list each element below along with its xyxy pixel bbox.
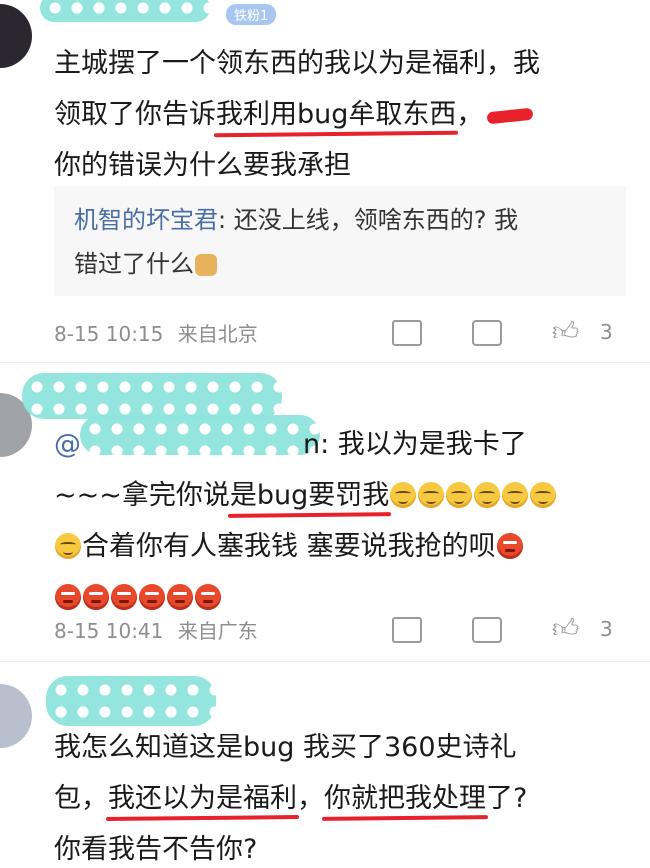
comment-icon[interactable] [472,318,502,348]
sweat-emoji-icon [55,533,81,559]
angry-emoji-icon [111,584,137,610]
share-icon[interactable] [392,615,422,645]
reply-preview[interactable]: 机智的坏宝君: 还没上线，领啥东西的? 我 错过了什么 [54,186,626,296]
sweat-emoji-icon [502,482,529,508]
share-icon[interactable] [392,318,422,348]
sweat-emoji-icon [418,482,445,508]
angry-emoji-icon [55,584,81,610]
redaction-mark [40,0,210,22]
comment-actions: 👍︎ 3 [392,317,622,348]
redaction-mark [46,676,216,726]
comment-line: ~~~拿完你说是bug要罚我 [54,470,630,521]
fan-badge: 铁粉1 [226,4,277,25]
underlined-text: 是bug要罚我 [230,470,389,521]
comment-icon[interactable] [472,615,502,645]
thumbs-up-icon: 👍︎ [552,317,580,347]
angry-emoji-icon [167,584,193,610]
comment-line: 合着你有人塞我钱 塞要说我抢的呗 [54,521,630,572]
comment-meta: 8-15 10:41 来自广东 [54,615,258,644]
comment-item: 铁粉1 主城摆了一个领东西的我以为是福利，我 领取了你告诉我利用bug牟取东西，… [0,0,650,362]
comment-source: 来自广东 [177,619,258,643]
comment-line: 你的错误为什么要我承担 [54,150,351,181]
sweat-emoji-icon [530,482,557,508]
reply-text: 机智的坏宝君: 还没上线，领啥东西的? 我 错过了什么 [74,206,519,278]
comment-line: 包，我还以为是福利，你就把我处理了? [54,773,630,824]
comment-time: 8-15 10:41 [54,619,164,643]
comment-body: 我怎么知道这是bug 我买了360史诗礼 包，我还以为是福利，你就把我处理了? … [54,722,630,868]
thumbs-up-icon: 👍︎ [552,614,580,644]
comment-line: 你看我告不告你? [54,834,258,865]
underlined-text: 我还以为是福利 [108,773,297,824]
angry-emoji-icon [83,584,109,610]
reply-username[interactable]: 机智的坏宝君 [74,206,218,234]
sweat-emoji-icon [390,482,417,508]
angry-emoji-icon [139,584,165,610]
comment-line: @ n: 我以为是我卡了 [54,429,527,460]
comment-body: 主城摆了一个领东西的我以为是福利，我 领取了你告诉我利用bug牟取东西， 你的错… [54,38,630,191]
like-count: 3 [600,617,613,641]
sweat-emoji-icon [474,482,501,508]
comment-thread: 铁粉1 主城摆了一个领东西的我以为是福利，我 领取了你告诉我利用bug牟取东西，… [0,0,650,868]
comment-line: 主城摆了一个领东西的我以为是福利，我 [54,48,540,79]
comment-actions: 👍︎ 3 [392,614,622,645]
sweat-emoji-icon [446,482,473,508]
like-button[interactable]: 👍︎ 3 [552,614,622,645]
comment-meta: 8-15 10:15 来自北京 [54,318,258,347]
doge-emoji-icon [195,254,217,276]
comment-time: 8-15 10:15 [54,322,164,346]
angry-emoji-icon [195,584,221,610]
underlined-text: 你就把我处理 [324,773,486,824]
comment-source: 来自北京 [177,322,258,346]
like-button[interactable]: 👍︎ 3 [552,317,622,348]
comment-body: @ n: 我以为是我卡了 ~~~拿完你说是bug要罚我 合着你有人塞我钱 塞要说我… [54,419,630,623]
underlined-text: 我利用bug牟取东西 [216,89,456,140]
avatar[interactable] [0,4,32,68]
comment-item: @ n: 我以为是我卡了 ~~~拿完你说是bug要罚我 合着你有人塞我钱 塞要说我… [0,363,650,661]
redaction-scribble [486,107,534,124]
avatar[interactable] [0,684,32,748]
comment-line: 我怎么知道这是bug 我买了360史诗礼 [54,732,517,763]
comment-line: 领取了你告诉我利用bug牟取东西， [54,89,630,140]
like-count: 3 [600,320,613,344]
redaction-mark [22,373,282,419]
angry-emoji-icon [496,533,523,559]
comment-item: 我怎么知道这是bug 我买了360史诗礼 包，我还以为是福利，你就把我处理了? … [0,662,650,868]
